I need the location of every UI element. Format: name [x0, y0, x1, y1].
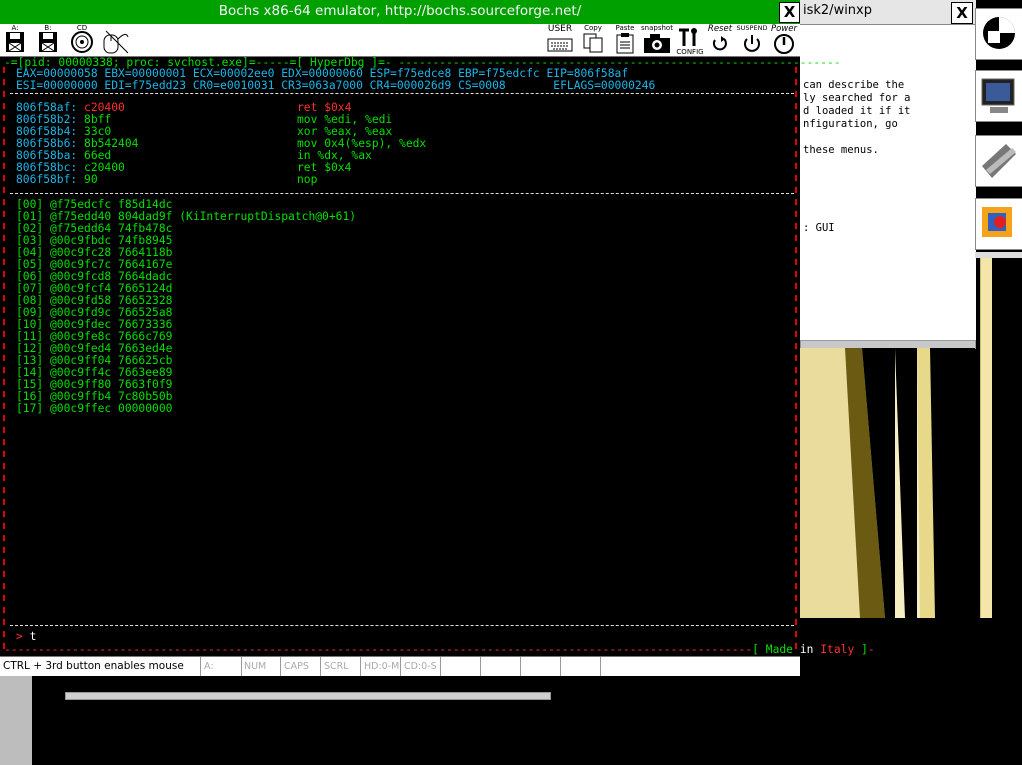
keyboard-icon [547, 38, 573, 52]
config-icon [679, 28, 697, 46]
left-border [3, 67, 5, 649]
config-button[interactable]: CONFIG [674, 24, 706, 56]
monitor-icon[interactable] [975, 70, 1022, 122]
desktop-gray-panel [0, 675, 32, 765]
floppy-b-icon [39, 32, 57, 52]
disasm-bytes: 90 [84, 173, 98, 186]
bochs-title: Bochs x86-64 emulator, http://bochs.sour… [218, 3, 582, 19]
camera-icon [644, 34, 670, 53]
power-button[interactable]: Power [770, 24, 798, 56]
background-help-line: nfiguration, go [803, 118, 898, 130]
footer-in: in [799, 643, 814, 656]
separator-3 [10, 625, 794, 626]
stack-row: [17] @00c9ffec 00000000 [16, 402, 173, 415]
apps-icon[interactable] [975, 198, 1022, 250]
background-help-line: : GUI [803, 222, 835, 234]
separator-2 [10, 193, 794, 194]
user-button[interactable]: USER [545, 24, 575, 56]
background-window-title: isk2/winxp [803, 3, 872, 18]
cdrom-button[interactable]: CD [68, 24, 96, 56]
background-help-line: ly searched for a [803, 92, 911, 104]
floppy-b-button[interactable]: B: [35, 24, 61, 56]
background-help-window [800, 24, 976, 344]
status-hd: HD:0-M [361, 657, 401, 676]
suspend-icon [744, 35, 760, 52]
command-input: t [29, 630, 37, 643]
desktop-scrollbar[interactable] [65, 692, 551, 700]
right-border [795, 67, 797, 649]
bochs-close-button[interactable]: X [779, 2, 800, 23]
suspend-button[interactable]: SUSPEND [734, 24, 770, 56]
background-3d-scene [800, 348, 975, 618]
cdrom-icon [71, 31, 93, 53]
floppy-a-icon [6, 32, 24, 52]
disasm-instruction: nop [297, 173, 318, 186]
paste-button[interactable]: Paste [612, 24, 638, 56]
background-close-button[interactable]: X [951, 2, 973, 24]
guest-screen[interactable]: -=[pid: 00000338; proc: svchost.exe]=---… [0, 57, 875, 656]
background-help-line: can describe the [803, 79, 905, 91]
mouse-icon [103, 30, 129, 54]
mouse-hint: CTRL + 3rd button enables mouse [0, 657, 201, 676]
reset-icon [712, 36, 727, 51]
bochs-statusbar: CTRL + 3rd button enables mouse A: NUM C… [0, 656, 800, 676]
bochs-toolbar: A: B: CD USER Copy Paste snapshot CONFIG… [0, 24, 800, 57]
tools-icon[interactable] [975, 135, 1022, 187]
paste-icon [616, 33, 634, 54]
copy-button[interactable]: Copy [580, 24, 606, 56]
footer-italy: Italy [820, 643, 855, 656]
prompt-glyph: > [16, 630, 23, 643]
status-slot-11 [561, 657, 601, 676]
background-help-line: d loaded it if it [803, 105, 911, 117]
status-scrl: SCRL [321, 657, 361, 676]
status-caps: CAPS [281, 657, 321, 676]
register-line-2: ESI=00000000 EDI=f75edd23 CR0=e0010031 C… [16, 79, 656, 92]
footer-made: Made [765, 643, 793, 656]
mouse-button[interactable] [100, 24, 132, 56]
status-num: NUM [241, 657, 281, 676]
background-help-line: these menus. [803, 144, 879, 156]
power-icon [774, 34, 794, 54]
status-slot-10 [521, 657, 561, 676]
floppy-a-button[interactable]: A: [2, 24, 28, 56]
status-slot-8 [441, 657, 481, 676]
footer-line: ----------------------------------------… [4, 643, 875, 656]
disasm-address: 806f58bf: [16, 173, 78, 186]
status-slot-9 [481, 657, 521, 676]
snapshot-button[interactable]: snapshot [640, 24, 674, 56]
status-cd: CD:0-S [401, 657, 441, 676]
desktop-icon-1[interactable] [975, 8, 1022, 60]
reset-button[interactable]: Reset [706, 24, 734, 56]
command-line[interactable]: > t [16, 631, 36, 643]
separator-1 [10, 93, 794, 94]
background-pillar [980, 258, 992, 618]
status-floppy-a: A: [201, 657, 242, 676]
disasm-row: 806f58bf: 90 [16, 174, 98, 186]
status-empty [601, 657, 800, 676]
copy-icon [583, 33, 603, 53]
